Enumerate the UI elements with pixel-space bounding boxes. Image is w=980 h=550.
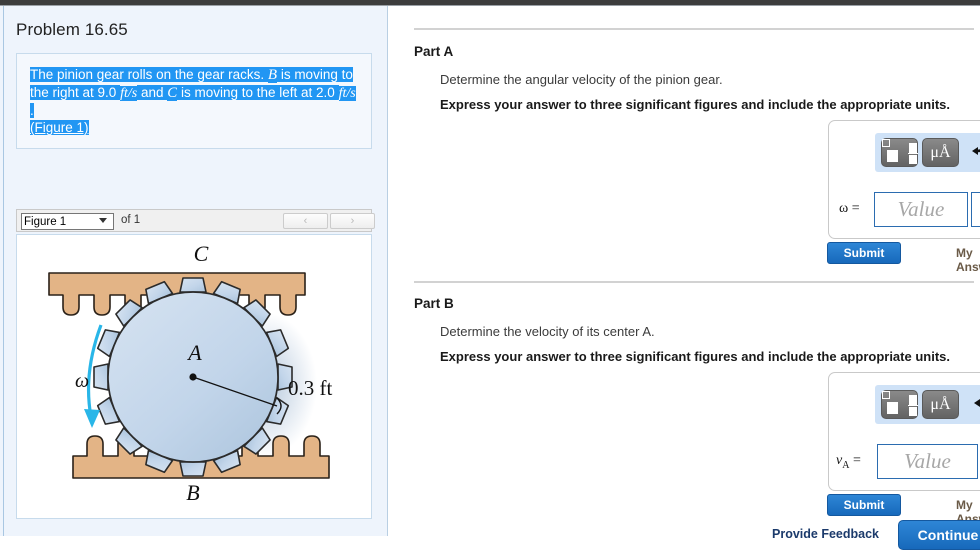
label-radius: 0.3 ft bbox=[288, 376, 332, 400]
page-title: Problem 16.65 bbox=[16, 20, 128, 39]
statement-segment-1: The pinion gear rolls on the gear racks. bbox=[30, 67, 268, 82]
statement-unit-1: ft/s bbox=[120, 86, 138, 101]
part-b-variable-subscript: A bbox=[842, 459, 850, 471]
provide-feedback-link[interactable]: Provide Feedback bbox=[772, 527, 879, 541]
chevron-down-icon bbox=[99, 218, 107, 223]
part-a-units-input[interactable]: Units bbox=[971, 192, 980, 227]
answer-panel: Part A Determine the angular velocity of… bbox=[388, 6, 980, 536]
part-a-note: Express your answer to three significant… bbox=[440, 97, 950, 112]
part-a-math-toolbar: μÅ bbox=[875, 133, 980, 172]
label-rack-b: B bbox=[186, 480, 199, 505]
part-b-note: Express your answer to three significant… bbox=[440, 349, 950, 364]
statement-var-c: C bbox=[167, 85, 178, 101]
label-center-a: A bbox=[186, 340, 202, 365]
label-omega: ω bbox=[75, 370, 89, 392]
gear-body bbox=[93, 277, 293, 477]
part-a-value-input[interactable]: Value bbox=[874, 192, 968, 227]
figure-toolbar: Figure 1 of 1 ‹ › bbox=[16, 209, 375, 232]
part-a-question: Determine the angular velocity of the pi… bbox=[440, 72, 723, 87]
part-b-separator bbox=[414, 281, 974, 283]
math-template-icon[interactable] bbox=[881, 390, 918, 419]
figure-prev-button[interactable]: ‹ bbox=[283, 213, 328, 229]
units-icon[interactable]: μÅ bbox=[922, 390, 959, 419]
statement-segment-5: . bbox=[30, 103, 34, 118]
statement-segment-4: is moving to the left at 2.0 bbox=[177, 85, 339, 100]
label-rack-c: C bbox=[194, 241, 209, 266]
statement-unit-2: ft/s bbox=[338, 86, 356, 101]
part-a-heading: Part A bbox=[414, 44, 454, 59]
undo-icon[interactable] bbox=[969, 140, 980, 164]
part-a-submit-button[interactable]: Submit bbox=[827, 242, 901, 264]
part-b-value-input[interactable]: Value bbox=[877, 444, 978, 479]
problem-statement-text: The pinion gear rolls on the gear racks.… bbox=[30, 66, 362, 136]
figure-next-button[interactable]: › bbox=[330, 213, 375, 229]
figure-link[interactable]: (Figure 1) bbox=[30, 120, 89, 135]
units-icon[interactable]: μÅ bbox=[922, 138, 959, 167]
undo-icon[interactable] bbox=[971, 392, 980, 416]
statement-segment-3: and bbox=[137, 85, 168, 100]
part-a-separator bbox=[414, 28, 974, 30]
left-edge-divider bbox=[3, 6, 4, 536]
problem-statement-box: The pinion gear rolls on the gear racks.… bbox=[16, 53, 372, 149]
math-template-icon[interactable] bbox=[881, 138, 918, 167]
problem-panel: Problem 16.65 The pinion gear rolls on t… bbox=[0, 6, 387, 536]
gear-rack-diagram: C B A ω 0.3 ft bbox=[48, 241, 332, 505]
figure-image[interactable]: C B A ω 0.3 ft bbox=[16, 234, 372, 519]
part-b-variable-label: vA = bbox=[836, 453, 861, 471]
part-b-math-toolbar: μÅ bbox=[875, 385, 980, 424]
part-a-my-answers-link[interactable]: My Answers bbox=[956, 246, 980, 274]
part-b-question: Determine the velocity of its center A. bbox=[440, 324, 655, 339]
continue-button[interactable]: Continue bbox=[898, 520, 980, 550]
figure-count-label: of 1 bbox=[121, 214, 141, 226]
part-a-variable-label: ω = bbox=[839, 201, 860, 216]
statement-var-b: B bbox=[267, 67, 278, 83]
part-b-heading: Part B bbox=[414, 296, 454, 311]
part-b-submit-button[interactable]: Submit bbox=[827, 494, 901, 516]
